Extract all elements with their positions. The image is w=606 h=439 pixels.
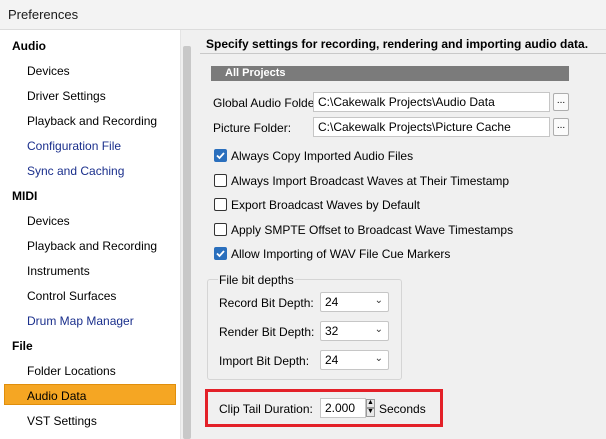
checkbox-row-export-broadcast[interactable]: Export Broadcast Waves by Default bbox=[214, 197, 420, 212]
picture-folder-input[interactable]: C:\Cakewalk Projects\Picture Cache bbox=[313, 117, 550, 137]
sidebar-item-audio-devices[interactable]: Devices bbox=[27, 64, 70, 78]
section-header-all-projects: All Projects bbox=[211, 66, 569, 81]
page-description: Specify settings for recording, renderin… bbox=[200, 34, 606, 54]
checkbox-import-broadcast[interactable] bbox=[214, 174, 227, 187]
import-bit-depth-value: 24 bbox=[325, 353, 339, 367]
chevron-down-icon: ⌄ bbox=[374, 295, 383, 306]
picture-folder-browse-button[interactable]: ... bbox=[553, 118, 569, 136]
checkbox-export-broadcast[interactable] bbox=[214, 198, 227, 211]
title-bar: Preferences bbox=[0, 0, 606, 30]
import-bit-depth-label: Import Bit Depth: bbox=[219, 354, 310, 368]
chevron-down-icon: ⌄ bbox=[374, 324, 383, 335]
sidebar-item-midi-playback-recording[interactable]: Playback and Recording bbox=[27, 239, 157, 253]
chevron-down-icon: ⌄ bbox=[374, 353, 383, 364]
record-bit-depth-select[interactable]: 24 ⌄ bbox=[320, 292, 389, 312]
checkbox-row-import-broadcast[interactable]: Always Import Broadcast Waves at Their T… bbox=[214, 173, 509, 188]
sidebar-item-vst-settings[interactable]: VST Settings bbox=[27, 414, 97, 428]
sidebar-item-configuration-file[interactable]: Configuration File bbox=[27, 139, 121, 153]
checkbox-label-export-broadcast: Export Broadcast Waves by Default bbox=[231, 197, 420, 212]
clip-tail-duration-label: Clip Tail Duration: bbox=[219, 402, 313, 416]
checkbox-row-copy-imported[interactable]: Always Copy Imported Audio Files bbox=[214, 148, 413, 163]
global-audio-folder-browse-button[interactable]: ... bbox=[553, 93, 569, 111]
sidebar-item-sync-caching[interactable]: Sync and Caching bbox=[27, 164, 124, 178]
render-bit-depth-select[interactable]: 32 ⌄ bbox=[320, 321, 389, 341]
sidebar-item-driver-settings[interactable]: Driver Settings bbox=[27, 89, 106, 103]
check-icon bbox=[216, 250, 225, 258]
checkbox-label-copy-imported: Always Copy Imported Audio Files bbox=[231, 148, 414, 163]
spin-down-icon[interactable]: ▼ bbox=[366, 408, 375, 417]
sidebar-item-audio-data[interactable]: Audio Data bbox=[27, 389, 86, 403]
checkbox-label-smpte-offset: Apply SMPTE Offset to Broadcast Wave Tim… bbox=[231, 222, 514, 237]
checkbox-row-smpte-offset[interactable]: Apply SMPTE Offset to Broadcast Wave Tim… bbox=[214, 222, 513, 237]
record-bit-depth-label: Record Bit Depth: bbox=[219, 296, 314, 310]
render-bit-depth-label: Render Bit Depth: bbox=[219, 325, 315, 339]
sidebar-scroll-thumb[interactable] bbox=[183, 46, 191, 439]
picture-folder-label: Picture Folder: bbox=[213, 121, 292, 135]
global-audio-folder-input[interactable]: C:\Cakewalk Projects\Audio Data bbox=[313, 92, 550, 112]
sidebar-category-file[interactable]: File bbox=[12, 339, 33, 353]
import-bit-depth-select[interactable]: 24 ⌄ bbox=[320, 350, 389, 370]
window-title: Preferences bbox=[8, 7, 79, 22]
spin-up-icon[interactable]: ▲ bbox=[366, 399, 375, 408]
sidebar-item-drum-map-manager[interactable]: Drum Map Manager bbox=[27, 314, 134, 328]
sidebar-item-folder-locations[interactable]: Folder Locations bbox=[27, 364, 116, 378]
sidebar-item-audio-playback-recording[interactable]: Playback and Recording bbox=[27, 114, 157, 128]
checkbox-row-wav-cue-markers[interactable]: Allow Importing of WAV File Cue Markers bbox=[214, 246, 450, 261]
render-bit-depth-value: 32 bbox=[325, 324, 339, 338]
global-audio-folder-label: Global Audio Folder: bbox=[213, 96, 322, 110]
sidebar-item-control-surfaces[interactable]: Control Surfaces bbox=[27, 289, 116, 303]
sidebar-item-midi-devices[interactable]: Devices bbox=[27, 214, 70, 228]
checkbox-copy-imported[interactable] bbox=[214, 149, 227, 162]
bit-depth-group-title: File bit depths bbox=[218, 273, 295, 287]
sidebar-category-midi[interactable]: MIDI bbox=[12, 189, 37, 203]
checkbox-label-import-broadcast: Always Import Broadcast Waves at Their T… bbox=[231, 173, 510, 188]
checkbox-smpte-offset[interactable] bbox=[214, 223, 227, 236]
checkbox-label-wav-cue-markers: Allow Importing of WAV File Cue Markers bbox=[231, 246, 451, 261]
clip-tail-unit: Seconds bbox=[379, 402, 426, 416]
record-bit-depth-value: 24 bbox=[325, 295, 339, 309]
check-icon bbox=[216, 152, 225, 160]
sidebar-item-instruments[interactable]: Instruments bbox=[27, 264, 90, 278]
checkbox-wav-cue-markers[interactable] bbox=[214, 247, 227, 260]
clip-tail-duration-input[interactable]: 2.000 bbox=[320, 398, 366, 418]
clip-tail-spinner[interactable]: ▲ ▼ bbox=[366, 399, 375, 417]
sidebar-category-audio[interactable]: Audio bbox=[12, 39, 46, 53]
